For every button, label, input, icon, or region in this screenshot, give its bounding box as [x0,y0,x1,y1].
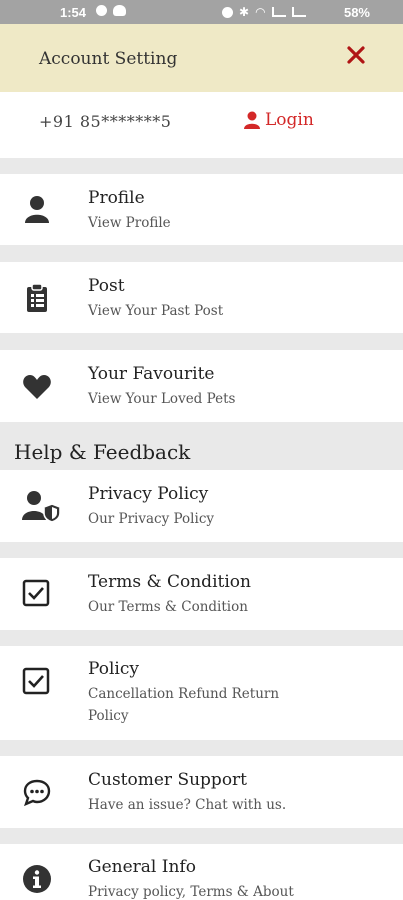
section-title-help: Help & Feedback [14,440,191,464]
wifi-icon: ◠ [255,5,266,19]
alarm-icon [222,6,233,18]
close-icon[interactable] [345,44,367,66]
menu-item-label: General Info [88,857,196,877]
checkbox-icon [22,579,50,607]
menu-item-general-info[interactable]: General Info Privacy policy, Terms & Abo… [0,844,403,900]
status-bar: 1:54 ✱ ◠ 58% [0,0,403,24]
chat-icon [23,779,51,807]
menu-item-label: Profile [88,188,145,208]
battery-level: 58% [343,5,370,20]
cloud-icon [113,5,126,16]
status-right-icons: ✱ ◠ [222,5,306,19]
info-icon [23,865,51,893]
menu-item-sub: Our Privacy Policy [88,511,215,527]
menu-item-label: Your Favourite [88,364,215,384]
header: Account Setting [0,24,403,92]
menu-item-sub: Cancellation Refund Return Policy [88,686,280,724]
login-button[interactable]: Login [244,110,314,130]
heart-icon [23,375,51,399]
menu-item-sub: View Profile [88,215,171,231]
signal-icon [271,7,286,17]
user-shield-icon [22,491,60,522]
menu-item-sub: Have an issue? Chat with us. [88,797,287,813]
menu-item-favourite[interactable]: Your Favourite View Your Loved Pets [0,350,403,422]
user-icon [244,111,260,129]
menu-item-sub: Our Terms & Condition [88,599,248,615]
menu-item-privacy-policy[interactable]: Privacy Policy Our Privacy Policy [0,470,403,542]
menu-item-policy[interactable]: Policy Cancellation Refund Return Policy [0,646,403,740]
bluetooth-icon: ✱ [239,5,250,19]
menu-item-profile[interactable]: Profile View Profile [0,174,403,245]
clipboard-icon [27,283,47,312]
checkbox-icon [22,667,50,695]
login-label: Login [265,110,314,130]
menu-item-label: Privacy Policy [88,484,209,504]
status-left-icons [96,5,126,16]
menu-item-sub: Privacy policy, Terms & About [88,884,294,900]
page-title: Account Setting [39,49,178,69]
menu-item-label: Post [88,276,125,296]
menu-item-post[interactable]: Post View Your Past Post [0,262,403,333]
menu-item-sub: View Your Loved Pets [88,391,236,407]
signal-icon-2 [291,7,306,17]
account-row: +91 85*******5 Login [0,92,403,158]
menu-item-label: Terms & Condition [88,572,251,592]
menu-item-customer-support[interactable]: Customer Support Have an issue? Chat wit… [0,756,403,828]
menu-item-label: Customer Support [88,770,248,790]
menu-item-terms[interactable]: Terms & Condition Our Terms & Condition [0,558,403,630]
phone-number: +91 85*******5 [39,112,172,131]
user-icon [25,196,49,223]
menu-item-sub: View Your Past Post [88,303,224,319]
menu-item-label: Policy [88,659,139,679]
notification-icon [96,5,107,16]
status-time: 1:54 [60,5,87,20]
